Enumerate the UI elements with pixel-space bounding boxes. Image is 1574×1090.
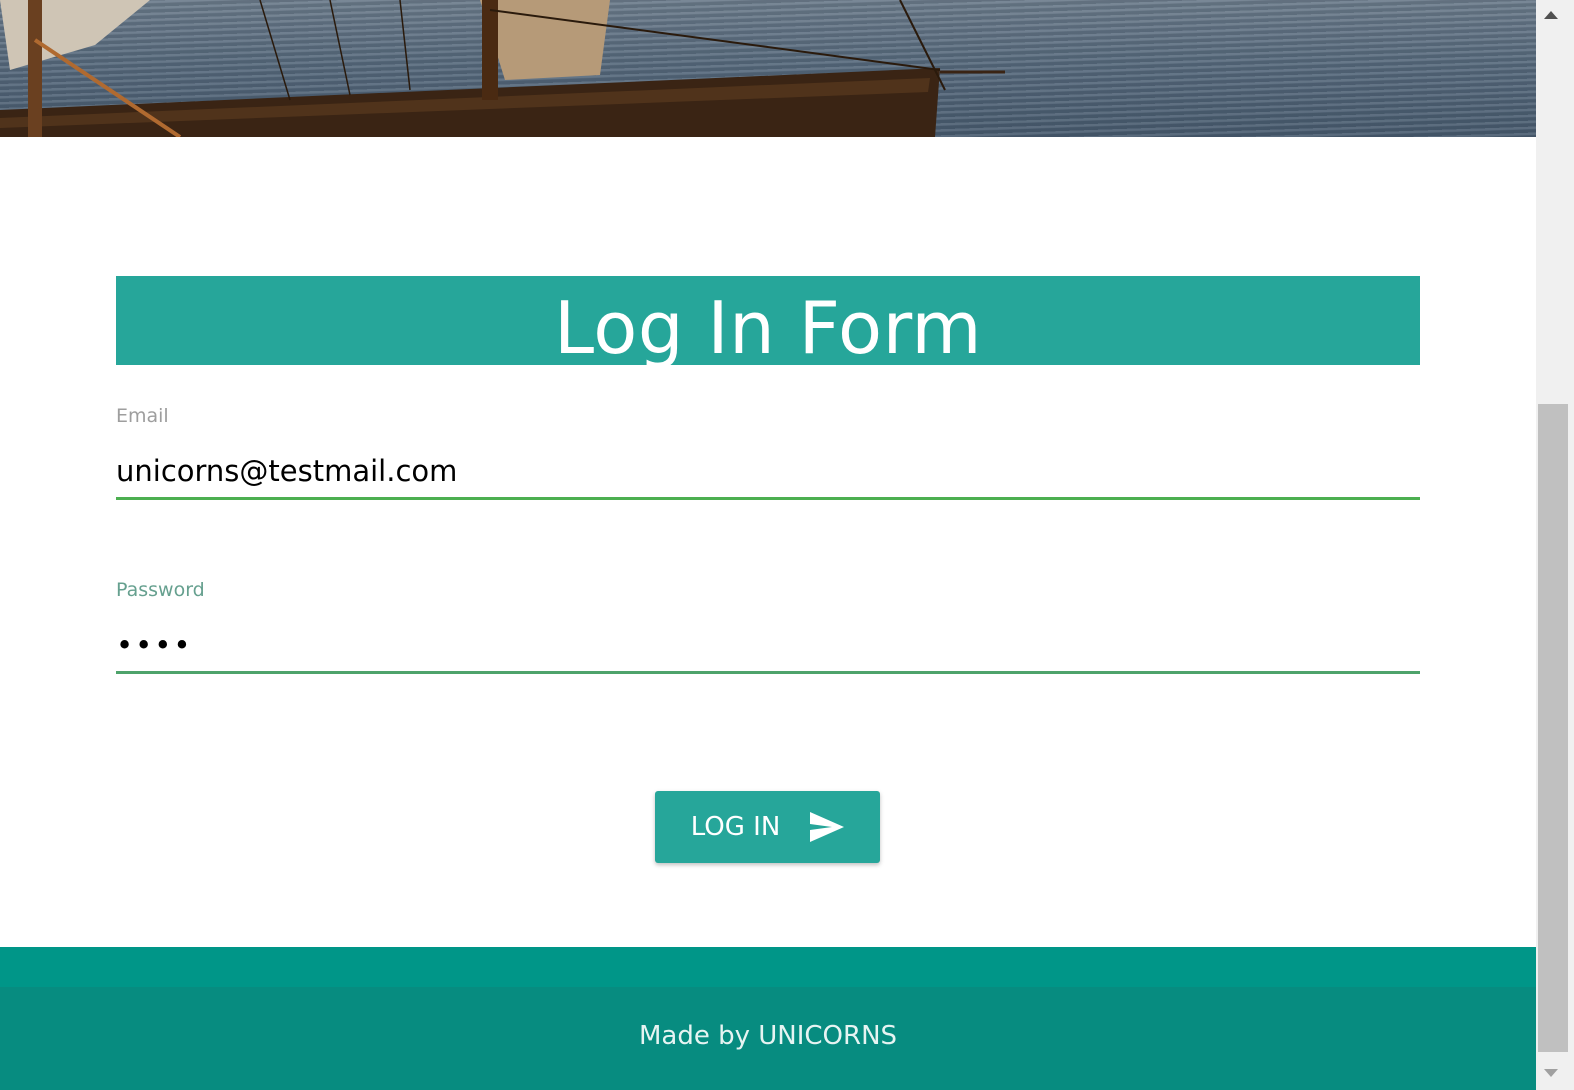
ship-illustration: [0, 0, 1005, 137]
page: Log In Form Email Password LOG IN Made b…: [0, 0, 1536, 1090]
login-form: Log In Form Email Password: [116, 276, 1420, 674]
password-label: Password: [116, 579, 205, 601]
email-label: Email: [116, 405, 169, 427]
scrollbar-thumb[interactable]: [1538, 404, 1568, 1052]
footer-credit: Made by UNICORNS: [638, 1021, 898, 1051]
footer-band: [0, 947, 1536, 987]
scroll-down-arrow-icon[interactable]: [1536, 1058, 1566, 1088]
login-button[interactable]: LOG IN: [655, 791, 880, 863]
login-button-label: LOG IN: [690, 812, 781, 842]
hero-image: [0, 0, 1536, 137]
email-field-group: Email: [116, 403, 1420, 500]
password-field-group: Password: [116, 577, 1420, 674]
form-title: Log In Form: [116, 276, 1420, 365]
scroll-up-arrow-icon[interactable]: [1536, 0, 1566, 30]
email-input[interactable]: [116, 445, 1420, 500]
password-input[interactable]: [116, 619, 1420, 674]
send-icon: [810, 812, 845, 842]
